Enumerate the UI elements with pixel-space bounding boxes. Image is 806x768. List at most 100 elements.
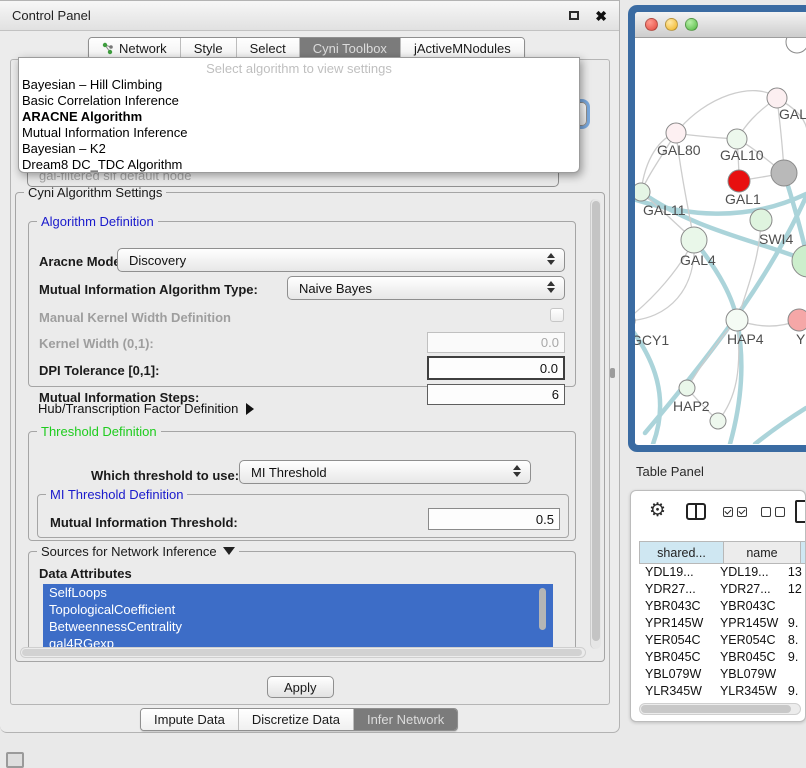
attribute-list-item[interactable]: SelfLoops	[43, 584, 553, 601]
tab-jactivemnodules[interactable]: jActiveMNodules	[400, 38, 524, 59]
new-table-icon[interactable]	[795, 500, 806, 523]
settings-horizontal-scrollbar[interactable]	[20, 647, 586, 658]
tab-label: Select	[250, 41, 286, 56]
dpi-tolerance-field[interactable]: 0.0	[427, 356, 565, 380]
sources-group-title[interactable]: Sources for Network Inference	[37, 544, 239, 559]
table-cell: 12	[782, 581, 806, 598]
minimize-traffic-light-icon[interactable]	[665, 18, 678, 31]
tab-cyni-toolbox[interactable]: Cyni Toolbox	[299, 38, 400, 59]
table-row[interactable]: YBR043CYBR043C	[639, 598, 806, 615]
network-canvas[interactable]: GALGAL80GAL10GAL1GAL11SWI4GAL4GCY1HAP4YH…	[635, 38, 806, 444]
table-row[interactable]: YPR145WYPR145W9.	[639, 615, 806, 632]
combo-arrows-icon	[547, 253, 555, 265]
float-window-icon[interactable]	[569, 11, 579, 20]
network-node-hap4[interactable]	[726, 309, 748, 331]
kernel-width-value: 0.0	[541, 335, 559, 350]
mi-threshold-definition-group: MI Threshold Definition Mutual Informati…	[37, 494, 569, 538]
network-node-gal[interactable]	[767, 88, 787, 108]
tab-infer-network[interactable]: Infer Network	[353, 709, 457, 730]
algorithm-option[interactable]: Mutual Information Inference	[19, 125, 579, 141]
settings-hscroll-thumb[interactable]	[22, 649, 582, 656]
tab-discretize-data[interactable]: Discretize Data	[238, 709, 353, 730]
network-node-hap2[interactable]	[679, 380, 695, 396]
network-edge[interactable]	[645, 188, 806, 433]
gear-icon[interactable]: ⚙	[649, 501, 666, 520]
network-icon	[102, 42, 114, 55]
table-horizontal-scrollbar[interactable]	[639, 703, 801, 715]
network-node[interactable]	[771, 160, 797, 186]
tab-network[interactable]: Network	[89, 38, 180, 59]
attribute-list-item[interactable]: BetweennessCentrality	[43, 618, 553, 635]
mi-threshold-field[interactable]: 0.5	[428, 508, 560, 530]
hub-factor-expander[interactable]: Hub/Transcription Factor Definition	[38, 401, 254, 416]
collapsed-panel-icon[interactable]	[6, 752, 24, 768]
column-header-shared-[interactable]: shared...	[639, 542, 724, 563]
network-edge[interactable]	[755, 408, 806, 444]
network-graph: GALGAL80GAL10GAL1GAL11SWI4GAL4GCY1HAP4YH…	[635, 38, 806, 444]
zoom-traffic-light-icon[interactable]	[685, 18, 698, 31]
node-label: GAL11	[643, 202, 686, 218]
close-icon[interactable]: ✖	[595, 9, 607, 23]
network-edge[interactable]	[737, 220, 761, 320]
sources-group: Sources for Network Inference Data Attri…	[28, 551, 576, 655]
apply-button[interactable]: Apply	[267, 676, 334, 698]
column-header-a[interactable]: A	[801, 542, 806, 563]
network-node[interactable]	[792, 245, 806, 277]
table-cell: YPR145W	[639, 615, 714, 632]
select-all-checkboxes-icon[interactable]	[723, 507, 747, 517]
network-node-gal11[interactable]	[635, 183, 650, 201]
algorithm-option[interactable]: Bayesian – K2	[19, 141, 579, 157]
network-node[interactable]	[786, 38, 806, 53]
tab-label: Style	[194, 41, 223, 56]
table-row[interactable]: YDL19...YDL19...13	[639, 564, 806, 581]
list-scrollbar-thumb[interactable]	[539, 588, 546, 630]
table-cell: 8.	[782, 632, 806, 649]
algorithm-option[interactable]: Dream8 DC_TDC Algorithm	[19, 157, 579, 173]
network-node-gal10[interactable]	[727, 129, 747, 149]
manual-kernel-width-checkbox[interactable]	[550, 308, 564, 322]
aracne-mode-combo[interactable]: Discovery	[117, 248, 565, 272]
popup-placeholder: Select algorithm to view settings	[19, 60, 579, 77]
checked-box-icon	[723, 507, 733, 517]
tab-style[interactable]: Style	[180, 38, 236, 59]
table-cell: YBL079W	[639, 666, 714, 683]
table-hscroll-thumb[interactable]	[641, 705, 791, 713]
mi-algorithm-type-combo[interactable]: Naive Bayes	[287, 276, 565, 300]
algorithm-option[interactable]: Basic Correlation Inference	[19, 93, 579, 109]
network-node-swi4[interactable]	[750, 209, 772, 231]
tab-impute-data[interactable]: Impute Data	[141, 709, 238, 730]
table-row[interactable]: YBR045CYBR045C9.	[639, 649, 806, 666]
network-node-y[interactable]	[788, 309, 806, 331]
network-node-gal80[interactable]	[666, 123, 686, 143]
column-header-name[interactable]: name	[724, 542, 801, 563]
network-node-gal4[interactable]	[681, 227, 707, 253]
which-threshold-value: MI Threshold	[251, 465, 327, 480]
attribute-list-item[interactable]: TopologicalCoefficient	[43, 601, 553, 618]
which-threshold-combo[interactable]: MI Threshold	[239, 460, 531, 484]
threshold-definition-title: Threshold Definition	[37, 424, 161, 439]
settings-vscroll-thumb[interactable]	[592, 201, 600, 641]
table-row[interactable]: YLR345WYLR345W9.	[639, 683, 806, 700]
panel-splitter-grip[interactable]	[610, 368, 615, 378]
settings-vertical-scrollbar[interactable]	[590, 199, 601, 649]
kernel-width-field[interactable]: 0.0	[427, 332, 565, 353]
close-traffic-light-icon[interactable]	[645, 18, 658, 31]
network-node-gal1[interactable]	[728, 170, 750, 192]
tab-select[interactable]: Select	[236, 38, 299, 59]
table-row[interactable]: YER054CYER054C8.	[639, 632, 806, 649]
columns-view-icon[interactable]	[686, 503, 706, 520]
dpi-tolerance-label: DPI Tolerance [0,1]:	[39, 363, 159, 378]
algorithm-option[interactable]: ARACNE Algorithm	[19, 109, 579, 125]
mi-steps-field[interactable]: 6	[427, 384, 565, 405]
table-cell: YBR043C	[639, 598, 714, 615]
algorithm-option[interactable]: Bayesian – Hill Climbing	[19, 77, 579, 93]
table-cell: YER054C	[639, 632, 714, 649]
network-edge[interactable]	[676, 91, 777, 133]
network-node[interactable]	[710, 413, 726, 429]
network-window-titlebar[interactable]	[635, 12, 806, 38]
which-threshold-label: Which threshold to use:	[91, 468, 239, 483]
apply-button-label: Apply	[284, 680, 317, 695]
deselect-all-checkboxes-icon[interactable]	[761, 507, 785, 517]
table-row[interactable]: YDR27...YDR27...12	[639, 581, 806, 598]
table-row[interactable]: YBL079WYBL079W	[639, 666, 806, 683]
